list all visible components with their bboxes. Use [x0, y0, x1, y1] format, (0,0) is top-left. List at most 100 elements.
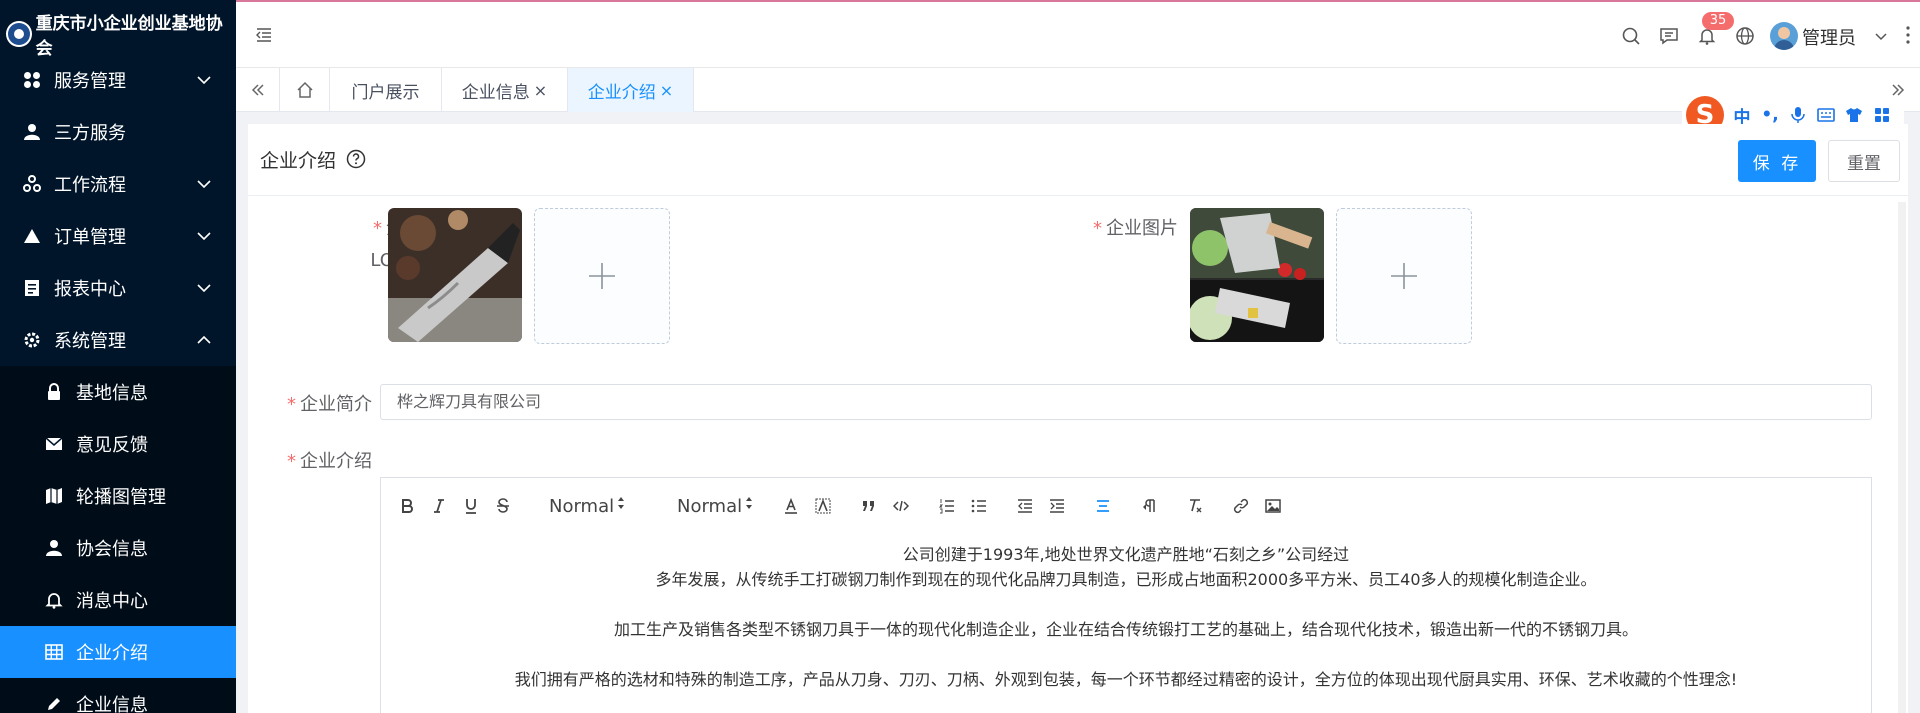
- system-submenu: 基地信息 意见反馈 轮播图管理 协会信息 消息中心 企业介绍 企业信息: [0, 366, 236, 713]
- blockquote-icon[interactable]: [853, 490, 885, 522]
- sidebar-item-label: 轮播图管理: [76, 487, 166, 508]
- page-title: 企业介绍: [260, 150, 337, 172]
- cluster-icon: [22, 174, 42, 194]
- sidebar-item-label: 三方服务: [54, 123, 126, 144]
- top-header: 35 管理员: [236, 2, 1920, 68]
- required-mark: *: [1093, 218, 1102, 239]
- chevron-down-icon[interactable]: [1874, 30, 1888, 44]
- card-header: 企业介绍 保 存 重置: [248, 124, 1908, 196]
- align-center-icon[interactable]: [1087, 490, 1119, 522]
- logo-image[interactable]: [388, 208, 522, 342]
- gear-icon: [22, 330, 42, 350]
- close-icon[interactable]: ×: [534, 81, 547, 100]
- plus-icon: [589, 263, 615, 289]
- chevron-down-icon: [197, 232, 211, 241]
- message-icon[interactable]: [1658, 25, 1680, 47]
- indent-icon[interactable]: [1041, 490, 1073, 522]
- background-color-icon[interactable]: [807, 490, 839, 522]
- image-icon[interactable]: [1257, 490, 1289, 522]
- tab-label: 企业介绍: [587, 82, 656, 103]
- search-icon[interactable]: [1620, 25, 1642, 47]
- sidebar-item-label: 意见反馈: [76, 435, 148, 456]
- chevron-up-icon: [197, 335, 211, 344]
- sidebar: 重庆市小企业创业基地协会 服务管理 三方服务 工作流程 订单管理 报表中心 系统…: [0, 0, 236, 713]
- italic-icon[interactable]: [423, 490, 455, 522]
- summary-input[interactable]: 桦之辉刀具有限公司: [380, 384, 1872, 420]
- tab-home[interactable]: [280, 68, 330, 112]
- editor-content[interactable]: 公司创建于1993年,地处世界文化遗产胜地“石刻之乡”公司经过 多年发展，从传统…: [381, 534, 1871, 700]
- sidebar-item-label: 消息中心: [76, 591, 148, 612]
- tab-company-info[interactable]: 企业信息 ×: [442, 68, 568, 112]
- header-select-value: Normal: [549, 495, 615, 517]
- sidebar-item-label: 协会信息: [76, 539, 148, 560]
- sidebar-item-reports[interactable]: 报表中心: [0, 262, 236, 314]
- size-select[interactable]: Normal: [647, 490, 775, 522]
- more-icon[interactable]: [1898, 24, 1918, 46]
- intro-label: * 企业介绍: [258, 447, 372, 473]
- save-button[interactable]: 保 存: [1738, 140, 1816, 182]
- mail-icon: [44, 434, 64, 454]
- tab-label: 企业信息: [461, 82, 530, 103]
- user-name[interactable]: 管理员: [1802, 24, 1856, 50]
- sidebar-item-third-party[interactable]: 三方服务: [0, 106, 236, 158]
- scroll-left-icon[interactable]: [236, 68, 280, 112]
- header-select[interactable]: Normal: [519, 490, 647, 522]
- avatar[interactable]: [1770, 22, 1798, 50]
- home-icon: [296, 81, 313, 98]
- image-upload-button[interactable]: [1336, 208, 1472, 344]
- font-color-icon[interactable]: [775, 490, 807, 522]
- ordered-list-icon[interactable]: [931, 490, 963, 522]
- report-icon: [22, 278, 42, 298]
- sidebar-item-base-info[interactable]: 基地信息: [0, 366, 236, 418]
- summary-label: * 企业简介: [258, 390, 372, 416]
- sidebar-item-feedback[interactable]: 意见反馈: [0, 418, 236, 470]
- rich-text-editor[interactable]: Normal Normal 公司创建于1993年,地处世界文化遗产胜地“石刻之乡…: [380, 477, 1872, 713]
- outdent-icon[interactable]: [1009, 490, 1041, 522]
- menu-fold-icon[interactable]: [254, 25, 274, 45]
- association-logo: [6, 21, 32, 47]
- help-icon[interactable]: [346, 149, 366, 169]
- tab-bar: 门户展示 企业信息 × 企业介绍 ×: [236, 68, 1920, 112]
- reset-button[interactable]: 重置: [1828, 140, 1900, 182]
- text-direction-icon[interactable]: [1133, 490, 1165, 522]
- link-icon[interactable]: [1225, 490, 1257, 522]
- globe-icon[interactable]: [1734, 25, 1756, 47]
- sidebar-item-service[interactable]: 服务管理: [0, 54, 236, 106]
- sidebar-item-messages[interactable]: 消息中心: [0, 574, 236, 626]
- company-image[interactable]: [1190, 208, 1324, 342]
- map-icon: [44, 486, 64, 506]
- sidebar-item-label: 企业信息: [76, 695, 148, 713]
- sidebar-item-workflow[interactable]: 工作流程: [0, 158, 236, 210]
- bold-icon[interactable]: [391, 490, 423, 522]
- sidebar-item-system[interactable]: 系统管理: [0, 314, 236, 366]
- tab-portal[interactable]: 门户展示: [330, 68, 442, 112]
- required-mark: *: [287, 451, 296, 472]
- user-icon: [44, 538, 64, 558]
- sidebar-item-label: 报表中心: [54, 279, 126, 300]
- sidebar-item-company-intro[interactable]: 企业介绍: [0, 626, 236, 678]
- tab-label: 门户展示: [351, 82, 420, 103]
- logo-upload-button[interactable]: [534, 208, 670, 344]
- updown-icon: [618, 497, 624, 509]
- summary-label-text: 企业简介: [300, 394, 372, 415]
- tab-company-intro[interactable]: 企业介绍 ×: [568, 68, 694, 112]
- notification-badge: 35: [1702, 12, 1734, 30]
- clear-format-icon[interactable]: [1179, 490, 1211, 522]
- sidebar-item-carousel[interactable]: 轮播图管理: [0, 470, 236, 522]
- code-block-icon[interactable]: [885, 490, 917, 522]
- sidebar-item-label: 系统管理: [54, 331, 126, 352]
- strike-icon[interactable]: [487, 490, 519, 522]
- chevron-down-icon: [197, 284, 211, 293]
- underline-icon[interactable]: [455, 490, 487, 522]
- required-mark: *: [373, 218, 382, 239]
- image-label-text: 企业图片: [1106, 218, 1178, 239]
- close-icon[interactable]: ×: [660, 81, 673, 100]
- sidebar-item-orders[interactable]: 订单管理: [0, 210, 236, 262]
- sidebar-item-association[interactable]: 协会信息: [0, 522, 236, 574]
- scrollbar[interactable]: [1898, 202, 1906, 713]
- size-select-value: Normal: [677, 495, 743, 517]
- sidebar-item-company-info[interactable]: 企业信息: [0, 678, 236, 713]
- bullet-list-icon[interactable]: [963, 490, 995, 522]
- editor-toolbar: Normal Normal: [381, 478, 1871, 534]
- paragraph: 加工生产及销售各类型不锈钢刀具于一体的现代化制造企业，企业在结合传统锻打工艺的基…: [613, 620, 1638, 639]
